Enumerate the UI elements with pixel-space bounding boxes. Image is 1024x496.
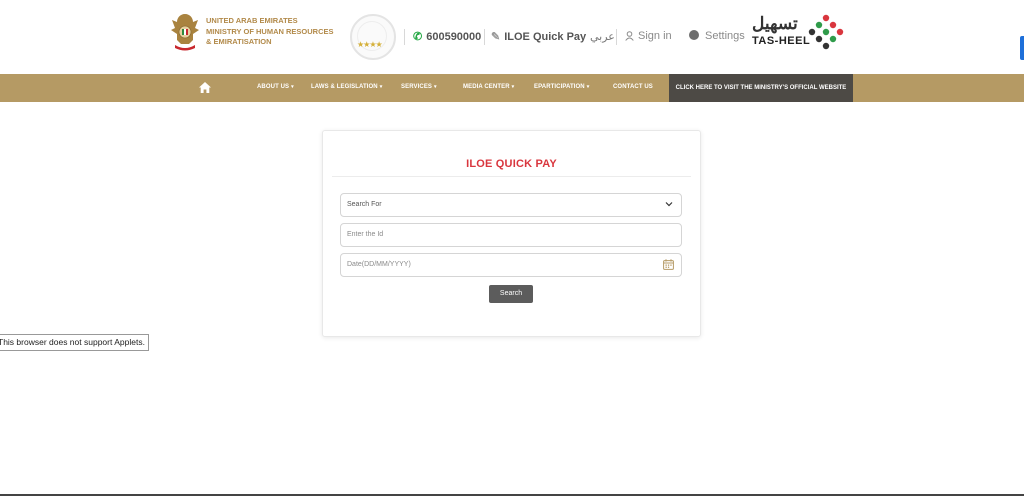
quick-pay-label: ILOE Quick Pay: [504, 31, 587, 43]
nav-label: MEDIA CENTER: [463, 84, 510, 90]
search-for-value: Search For: [347, 201, 382, 208]
site-header: UNITED ARAB EMIRATES MINISTRY OF HUMAN R…: [0, 0, 1024, 74]
nav-label: LAWS & LEGISLATION: [311, 84, 378, 90]
form-title: ILOE QUICK PAY: [466, 158, 557, 170]
caret-down-icon: ▾: [434, 84, 437, 90]
side-feedback-tab[interactable]: [1020, 36, 1024, 60]
sign-in-label: Sign in: [638, 30, 672, 42]
caret-down-icon: ▾: [511, 84, 515, 90]
caret-down-icon: ▾: [291, 84, 294, 90]
id-input[interactable]: Enter the Id: [340, 223, 682, 247]
quick-pay-card: ILOE QUICK PAY Search For Enter the Id D…: [322, 130, 701, 337]
tasheel-arabic: تسهيل: [752, 14, 798, 33]
whatsapp-icon: ✆: [413, 31, 423, 43]
nav-contact-us[interactable]: CONTACT US: [613, 84, 653, 90]
phone-number: 600590000: [426, 31, 482, 43]
sign-in-link[interactable]: Sign in: [625, 30, 672, 42]
ministry-line-3: & EMIRATISATION: [206, 37, 272, 46]
nav-label: EPARTICIPATION: [534, 84, 585, 90]
date-input[interactable]: Date(DD/MM/YYYY): [340, 253, 682, 277]
nav-eparticipation[interactable]: EPARTICIPATION ▾: [534, 84, 589, 90]
user-icon: [625, 31, 634, 41]
nav-services[interactable]: SERVICES ▾: [401, 84, 437, 90]
ministry-line-1: UNITED ARAB EMIRATES: [206, 16, 298, 25]
pay-icon: ✎: [491, 31, 501, 43]
date-placeholder: Date(DD/MM/YYYY): [347, 261, 411, 268]
quick-pay-link[interactable]: ✎ ILOE Quick Pay: [491, 30, 586, 43]
settings-link[interactable]: Settings: [689, 30, 745, 42]
caret-down-icon: ▾: [586, 84, 590, 90]
nav-laws-legislation[interactable]: LAWS & LEGISLATION ▾: [311, 84, 382, 90]
home-icon[interactable]: [199, 82, 211, 93]
divider: [404, 29, 405, 45]
settings-icon: [689, 30, 699, 41]
nav-about-us[interactable]: ABOUT US ▾: [257, 84, 294, 90]
divider: [484, 29, 485, 45]
nav-label: ABOUT US: [257, 84, 290, 90]
search-for-select[interactable]: Search For: [340, 193, 682, 217]
ministry-line-2: MINISTRY OF HUMAN RESOURCES: [206, 26, 334, 36]
calendar-icon[interactable]: [663, 259, 674, 270]
chevron-down-icon: [665, 202, 673, 207]
visit-official-website-button[interactable]: CLICK HERE TO VISIT THE MINISTRY'S OFFIC…: [669, 74, 853, 102]
uae-emblem-logo[interactable]: [168, 10, 202, 52]
divider: [616, 29, 617, 45]
search-button[interactable]: Search: [489, 285, 533, 303]
nav-label: CONTACT US: [613, 84, 653, 90]
tasheel-dots-icon: [808, 14, 844, 50]
nav-label: SERVICES: [401, 84, 433, 90]
badge-stars: ★★★★: [357, 40, 383, 49]
main-nav: ABOUT US ▾ LAWS & LEGISLATION ▾ SERVICES ▾ …: [0, 74, 1024, 102]
phone-link[interactable]: ✆ 600590000: [413, 30, 481, 43]
caret-down-icon: ▾: [379, 84, 383, 90]
language-switch[interactable]: عربي: [590, 30, 615, 43]
title-divider: [332, 176, 691, 177]
rating-badge: ★★★★: [350, 14, 396, 60]
ministry-name: UNITED ARAB EMIRATES MINISTRY OF HUMAN R…: [206, 16, 334, 48]
applet-notice: This browser does not support Applets.: [0, 334, 149, 351]
id-placeholder: Enter the Id: [347, 231, 384, 238]
nav-media-center[interactable]: MEDIA CENTER ▾: [463, 84, 514, 90]
tasheel-logo[interactable]: تسهيل TAS-HEEL: [750, 14, 846, 54]
settings-label: Settings: [705, 30, 745, 42]
tasheel-english: TAS-HEEL: [752, 35, 811, 47]
